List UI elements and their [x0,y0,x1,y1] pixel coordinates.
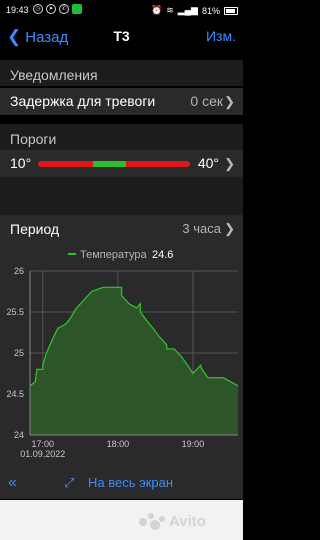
edit-button[interactable]: Изм. [206,28,236,44]
watermark-footer: Avito [0,500,243,540]
fullscreen-icon[interactable]: ⤢ [64,475,74,491]
battery-level: 81% [201,5,220,16]
signal-icon: ▂▄▆ [177,5,198,15]
telegram-icon: ➤ [46,4,56,14]
threshold-min: 10° [10,155,32,171]
back-button[interactable]: ❮ Назад [7,27,68,47]
period-value: 3 часа [182,221,221,236]
alarm-icon: ⏰ [150,5,163,15]
wifi-icon: ≋ [166,5,174,15]
y-tick-label: 24.5 [6,389,24,399]
alarm-delay-row[interactable]: Задержка для тревоги 0 сек ❯ [0,88,243,115]
chevron-right-icon: ❯ [224,156,235,171]
status-right: ⏰ ≋ ▂▄▆ 81% [151,5,238,16]
battery-icon [224,6,238,15]
whatsapp-icon: ✆ [59,4,69,14]
x-tick-label: 18:00 [107,439,130,449]
chart-panel: Период 3 часа ❯ Температура 24.6 26 25.5 25 2… [0,215,243,499]
x-tick-label: 17:00 [31,439,54,449]
fullscreen-button[interactable]: На весь экран [88,475,173,490]
normal-range-segment [92,161,127,167]
x-date-label: 01.09.2022 [20,449,65,459]
period-label: Период [10,221,60,237]
chevron-left-icon: ❮ [7,27,22,46]
thresholds-row[interactable]: 10° 40° ❯ [0,150,243,177]
threshold-range-bar [38,161,190,167]
notification-icons: ◷ ➤ ✆ [33,4,82,14]
chevron-right-icon: ❯ [224,94,235,109]
x-tick-label: 19:00 [182,439,205,449]
chart-toolbar: « ⤢ На весь экран [0,469,243,499]
notifications-header: Уведомления [0,60,243,86]
above-range-segment [126,161,190,167]
y-tick-label: 24 [14,430,24,440]
threshold-max: 40° [197,155,219,171]
temperature-chart[interactable]: Температура 24.6 26 25.5 25 24.5 24 17:00 18:00 1… [0,243,243,473]
alarm-delay-value: 0 сек [190,93,223,109]
section-gap [0,177,243,215]
below-range-segment [38,161,93,167]
avito-watermark-logo: Avito [139,513,206,530]
double-chevron-left-icon[interactable]: « [8,474,17,492]
alarm-delay-label: Задержка для тревоги [10,93,156,109]
legend-label: Температура [80,249,148,261]
legend-value: 24.6 [152,249,173,261]
status-time: 19:43 [6,5,29,15]
thresholds-header: Пороги [0,124,243,150]
navigation-bar: ❮ Назад T3 Изм. [0,22,243,52]
back-label: Назад [25,28,69,46]
y-tick-label: 26 [14,266,24,276]
y-tick-label: 25 [14,348,24,358]
svg-text:Avito: Avito [169,513,206,530]
notification-icon: ◷ [33,4,43,14]
app-icon [72,4,82,14]
y-tick-label: 25.5 [6,307,24,317]
status-bar: 19:43 ◷ ➤ ✆ ⏰ ≋ ▂▄▆ 81% [0,0,243,22]
chevron-right-icon: ❯ [224,221,235,236]
